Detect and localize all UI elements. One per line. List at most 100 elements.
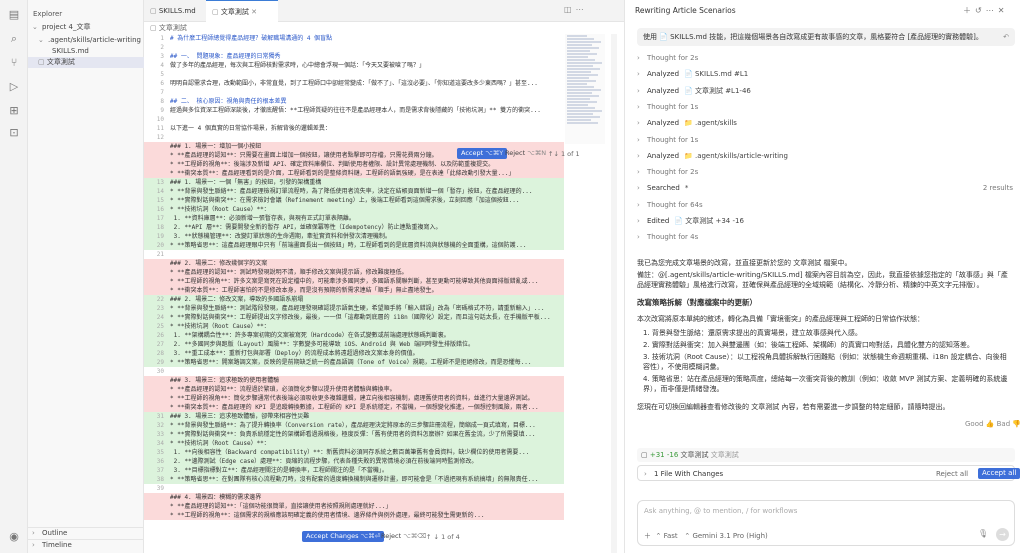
agent-step[interactable]: › Thought for 2s bbox=[637, 50, 1017, 66]
line-text: * **策略省思**：在對團隊有核心流程動刀時，沒有配套的過度轉換機制與遷移計畫… bbox=[170, 476, 539, 483]
diff-nav[interactable]: ↑↓ 1 of 1 bbox=[548, 150, 580, 158]
arrow-down-icon[interactable]: ↓ bbox=[553, 150, 558, 158]
chevron-right-icon: › bbox=[637, 184, 640, 193]
minimap-line bbox=[567, 44, 592, 46]
agent-step[interactable]: › Thought for 1s bbox=[637, 99, 1017, 115]
minimap-line bbox=[567, 113, 593, 115]
arrow-up-icon[interactable]: ↑ bbox=[426, 533, 431, 541]
files-changed-label: 1 File With Changes bbox=[654, 470, 724, 478]
close-icon[interactable]: ✕ bbox=[251, 8, 257, 16]
timeline-section[interactable]: › Timeline bbox=[28, 539, 144, 550]
code-line: 10 bbox=[144, 115, 564, 124]
add-icon[interactable]: ＋ bbox=[963, 6, 975, 15]
minimap[interactable] bbox=[565, 34, 605, 144]
agent-step[interactable]: › Analyzed 📄 文章測試 #L1-46 bbox=[637, 83, 1017, 99]
good-button[interactable]: Good bbox=[965, 420, 983, 428]
code-line: 15 * **實際對話與衝突**：在需求檢討會議（Refinement meeti… bbox=[144, 196, 564, 205]
chevron-up-icon[interactable]: ⌃ bbox=[684, 532, 690, 540]
breadcrumb[interactable]: ▢ 文章測試 bbox=[150, 22, 187, 34]
file-article-test[interactable]: ▢ 文章測試 bbox=[28, 57, 144, 68]
minimap-line bbox=[567, 59, 595, 61]
editor-scrollbar[interactable] bbox=[611, 34, 617, 553]
line-text: 3. **狀態機管理**：改變訂單狀態的生命週期，牽扯實資料和併發次清理機制。 bbox=[170, 233, 391, 240]
skills-folder[interactable]: ⌄ .agent/skills/article-writing bbox=[28, 35, 144, 46]
source-control-icon[interactable]: ⑂ bbox=[7, 56, 21, 70]
thumb-up-icon[interactable]: 👍 bbox=[986, 420, 995, 428]
extensions-icon[interactable]: ⊞ bbox=[7, 104, 21, 118]
bad-button[interactable]: Bad bbox=[997, 420, 1011, 428]
mic-icon[interactable]: 🎙 bbox=[978, 529, 988, 538]
search-icon[interactable]: ⌕ bbox=[7, 32, 21, 46]
history-icon[interactable]: ↺ bbox=[975, 6, 986, 15]
agent-step[interactable]: › Analyzed 📄 SKILLS.md #L1 bbox=[637, 66, 1017, 82]
undo-icon[interactable]: ↶ bbox=[1003, 31, 1009, 43]
project-folder[interactable]: ⌄ project 4_文章 bbox=[28, 22, 144, 33]
minimap-line bbox=[567, 50, 590, 52]
code-line: 24 * **實際對話與衝突**：工程師提出文字修改後，最後，一一但「這都動到底層… bbox=[144, 313, 564, 322]
agent-step[interactable]: › Thought for 4s bbox=[637, 229, 1017, 245]
line-text: ### 2. 場景二：修改文案，導致的多國語系崩塌 bbox=[170, 296, 304, 303]
close-icon[interactable]: ✕ bbox=[998, 6, 1009, 15]
agent-step[interactable]: › Searched * 2 results bbox=[637, 180, 1017, 196]
changes-summary[interactable]: ▢ +31 -16 文章測試 文章測試 bbox=[637, 448, 1015, 462]
more-icon[interactable]: ⋯ bbox=[986, 6, 998, 15]
code-line: 21 bbox=[144, 250, 564, 259]
line-number: 20 bbox=[156, 242, 164, 249]
account-icon[interactable]: ◉ bbox=[7, 530, 21, 544]
add-icon[interactable]: ＋ bbox=[644, 532, 651, 540]
minimap-line bbox=[567, 65, 593, 67]
tab-article-test[interactable]: ▢ 文章測試 ✕ bbox=[206, 0, 278, 22]
step-title: Searched bbox=[647, 184, 680, 193]
file-skills-md[interactable]: SKILLS.md bbox=[28, 46, 144, 57]
line-number: 1 bbox=[160, 35, 164, 42]
agent-step[interactable]: › Thought for 1s bbox=[637, 132, 1017, 148]
accept-all-button[interactable]: Accept all bbox=[978, 468, 1021, 479]
code-line: * **工程師的視角**：許多文案是寫死在設定檔中的，可能牽涉多國同步，多國語系… bbox=[144, 277, 564, 286]
files-icon[interactable]: ▤ bbox=[7, 8, 21, 22]
remote-icon[interactable]: ⊡ bbox=[7, 126, 21, 140]
code-area[interactable]: 1 # 為什麼工程師總覺得產品經理？破解職場溝通的 4 個盲點 2 3 ## 一、 問題… bbox=[144, 34, 564, 553]
line-text: ### 3. 場景三：追求極致體驗，卻帶來相容性災難 bbox=[170, 413, 310, 420]
chevron-right-icon: › bbox=[637, 168, 640, 177]
mode-select[interactable]: Fast bbox=[664, 532, 678, 540]
code-line: 6 明明自認需求合理，改動範圍小，非常直覺，到了工程師口中卻經常變成：「做不了」、… bbox=[144, 79, 564, 88]
model-select[interactable]: Gemini 3.1 Pro (High) bbox=[692, 532, 767, 540]
line-number: 17 bbox=[156, 215, 164, 222]
arrow-down-icon[interactable]: ↓ bbox=[434, 533, 439, 541]
agent-step[interactable]: › Edited 📄 文章測試 +34 -16 bbox=[637, 213, 1017, 229]
code-line: 29 * **策略省思**：開案路調文案，反映的是前期缺乏統一的產品語調（Tone… bbox=[144, 358, 564, 367]
more-icon[interactable]: ⋯ bbox=[576, 5, 588, 14]
accept-hunk-button[interactable]: Accept ⌥⌘Y bbox=[457, 148, 508, 159]
line-text: 2. **多國同步與跑版（Layout）風險**：字數變多可能導致 iOS、An… bbox=[170, 341, 474, 348]
reject-all-button[interactable]: Reject all bbox=[936, 466, 968, 482]
agent-step[interactable]: › Thought for 2s bbox=[637, 164, 1017, 180]
minimap-line bbox=[567, 122, 598, 124]
line-text: 經過與多位資深工程師深談後，才徹底醒悟：**工程師質疑的往往不是產品經理本人，而… bbox=[170, 107, 541, 114]
line-number: 30 bbox=[156, 368, 164, 375]
chevron-up-icon[interactable]: ⌃ bbox=[655, 532, 661, 540]
file-diff-nav[interactable]: ↑ ↓ 1 of 4 bbox=[426, 533, 460, 541]
agent-step[interactable]: › Thought for 64s bbox=[637, 197, 1017, 213]
code-line: * **工程師的視角**：簡化步驟通常代表後端必須吸收更多複雜邏輯，建立向後相容… bbox=[144, 394, 564, 403]
send-icon[interactable]: → bbox=[996, 528, 1009, 541]
chat-input[interactable]: Ask anything, @ to mention, / for workfl… bbox=[644, 507, 797, 515]
agent-step[interactable]: › Analyzed 📁 .agent/skills bbox=[637, 115, 1017, 131]
outline-section[interactable]: › Outline bbox=[28, 527, 144, 538]
minimap-line bbox=[567, 68, 600, 70]
line-text: 1. **資料庫層**：必須新增一張暫存表，與現有正式訂單表隔離。 bbox=[170, 215, 355, 222]
chat-input-box[interactable]: Ask anything, @ to mention, / for workfl… bbox=[637, 500, 1015, 546]
line-text: 明明自認需求合理，改動範圍小，非常直覺，到了工程師口中卻經常變成：「做不了」、「… bbox=[170, 80, 538, 87]
thumb-down-icon[interactable]: 👎 bbox=[1012, 420, 1021, 428]
run-icon[interactable]: ▷ bbox=[7, 80, 21, 94]
reject-changes-button[interactable]: Reject ⌥⌘⌫ bbox=[377, 531, 430, 542]
chevron-right-icon[interactable]: › bbox=[644, 466, 654, 482]
minimap-line bbox=[567, 77, 589, 79]
reject-hunk-button[interactable]: Reject ⌥⌘N bbox=[501, 148, 550, 159]
step-title: Analyzed bbox=[647, 70, 680, 79]
tab-skills-md[interactable]: ▢ SKILLS.md bbox=[144, 0, 206, 22]
accept-changes-button[interactable]: Accept Changes ⌥⌘⏎ bbox=[302, 531, 385, 542]
split-editor-icon[interactable]: ◫ bbox=[564, 5, 576, 14]
agent-step[interactable]: › Analyzed 📁 .agent/skills/article-writing bbox=[637, 148, 1017, 164]
minimap-line bbox=[567, 74, 598, 76]
response-p3: 本次改寫將原本單純的敘述，轉化為具備「實境衝突」的產品經理與工程師的日常協作狀態… bbox=[637, 315, 924, 323]
